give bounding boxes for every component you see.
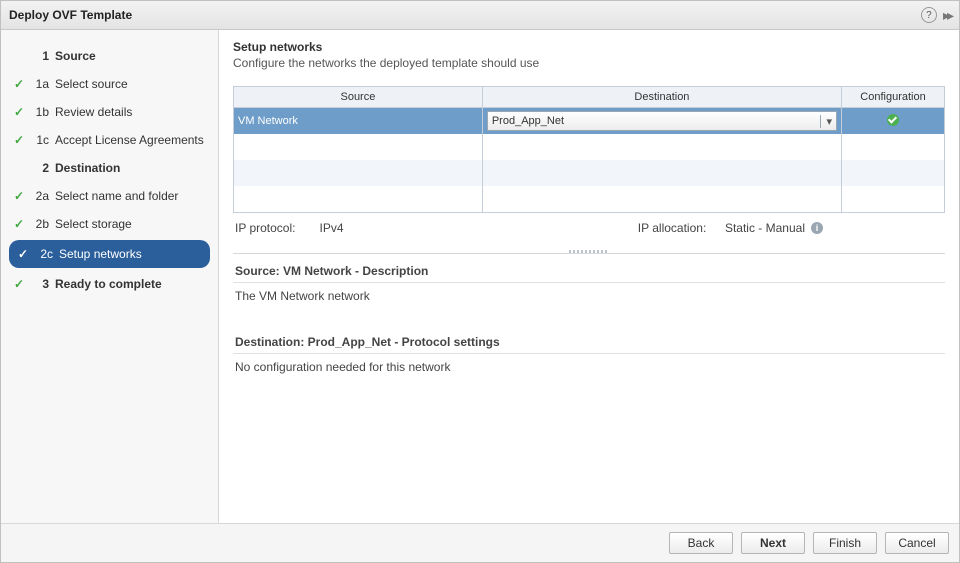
check-icon: ✓: [11, 277, 27, 291]
step-label: Select name and folder: [55, 189, 210, 203]
wizard-step-setup-networks[interactable]: ✓ 2c Setup networks: [9, 240, 210, 268]
ip-protocol-value: IPv4: [319, 221, 343, 235]
check-icon: ✓: [11, 189, 27, 203]
destination-description-body: No configuration needed for this network: [233, 354, 945, 396]
wizard-step-source[interactable]: 1 Source: [1, 42, 218, 70]
network-mapping-table: Source Destination Configuration VM Netw…: [233, 86, 945, 213]
info-icon[interactable]: i: [811, 222, 823, 234]
ip-allocation-value: Static - Manual: [725, 221, 805, 235]
check-icon: ✓: [11, 105, 27, 119]
destination-selected-value: Prod_App_Net: [492, 115, 821, 127]
col-source: Source: [234, 87, 483, 108]
step-number: 2a: [29, 189, 49, 203]
wizard-step-destination[interactable]: 2 Destination: [1, 154, 218, 182]
finish-button[interactable]: Finish: [813, 532, 877, 554]
destination-network-select[interactable]: Prod_App_Net ▾: [487, 111, 837, 131]
content-heading: Setup networks: [233, 40, 945, 54]
cell-destination: Prod_App_Net ▾: [482, 108, 841, 135]
titlebar: Deploy OVF Template ? ▸▸: [1, 1, 959, 30]
col-configuration: Configuration: [842, 87, 945, 108]
step-number: 2: [29, 161, 49, 175]
empty-row: [234, 186, 945, 213]
ip-allocation-label: IP allocation:: [638, 221, 707, 235]
wizard-step-select-source[interactable]: ✓ 1a Select source: [1, 70, 218, 98]
step-label: Destination: [55, 161, 210, 175]
wizard-step-review-details[interactable]: ✓ 1b Review details: [1, 98, 218, 126]
step-label: Select source: [55, 77, 210, 91]
empty-row: [234, 134, 945, 160]
next-button[interactable]: Next: [741, 532, 805, 554]
step-number: 1b: [29, 105, 49, 119]
source-description-head: Source: VM Network - Description: [233, 254, 945, 283]
step-label: Ready to complete: [55, 277, 210, 291]
step-number: 1: [29, 49, 49, 63]
ip-protocol-label: IP protocol:: [235, 221, 295, 235]
cancel-button[interactable]: Cancel: [885, 532, 949, 554]
wizard-step-ready[interactable]: ✓ 3 Ready to complete: [1, 270, 218, 298]
back-button[interactable]: Back: [669, 532, 733, 554]
ok-icon: [887, 114, 899, 126]
dialog-title: Deploy OVF Template: [9, 8, 921, 22]
wizard-sidebar: 1 Source ✓ 1a Select source ✓ 1b Review …: [1, 30, 219, 523]
step-label: Select storage: [55, 217, 210, 231]
wizard-step-select-name-folder[interactable]: ✓ 2a Select name and folder: [1, 182, 218, 210]
dialog-footer: Back Next Finish Cancel: [1, 523, 959, 562]
network-row[interactable]: VM Network Prod_App_Net ▾: [234, 108, 945, 135]
check-icon: ✓: [11, 77, 27, 91]
step-label: Accept License Agreements: [55, 133, 210, 147]
col-destination: Destination: [482, 87, 841, 108]
help-icon[interactable]: ?: [921, 7, 937, 23]
step-label: Setup networks: [59, 247, 204, 261]
wizard-content: Setup networks Configure the networks th…: [219, 30, 959, 523]
wizard-step-select-storage[interactable]: ✓ 2b Select storage: [1, 210, 218, 238]
step-number: 1a: [29, 77, 49, 91]
step-number: 2c: [33, 247, 53, 261]
source-description-body: The VM Network network: [233, 283, 945, 325]
check-icon: ✓: [15, 247, 31, 261]
destination-description-head: Destination: Prod_App_Net - Protocol set…: [233, 325, 945, 354]
protocol-row: IP protocol: IPv4 IP allocation: Static …: [233, 213, 945, 247]
check-icon: ✓: [11, 133, 27, 147]
content-subheading: Configure the networks the deployed temp…: [233, 56, 945, 70]
step-number: 3: [29, 277, 49, 291]
step-label: Review details: [55, 105, 210, 119]
empty-row: [234, 160, 945, 186]
step-number: 1c: [29, 133, 49, 147]
cell-config: [842, 108, 945, 135]
deploy-ovf-dialog: Deploy OVF Template ? ▸▸ 1 Source ✓ 1a S…: [0, 0, 960, 563]
chevron-down-icon: ▾: [820, 115, 832, 128]
cell-source: VM Network: [234, 108, 483, 135]
step-label: Source: [55, 49, 210, 63]
wizard-step-accept-license[interactable]: ✓ 1c Accept License Agreements: [1, 126, 218, 154]
check-icon: ✓: [11, 217, 27, 231]
dialog-body: 1 Source ✓ 1a Select source ✓ 1b Review …: [1, 30, 959, 523]
pin-arrows-icon[interactable]: ▸▸: [943, 7, 951, 24]
step-number: 2b: [29, 217, 49, 231]
